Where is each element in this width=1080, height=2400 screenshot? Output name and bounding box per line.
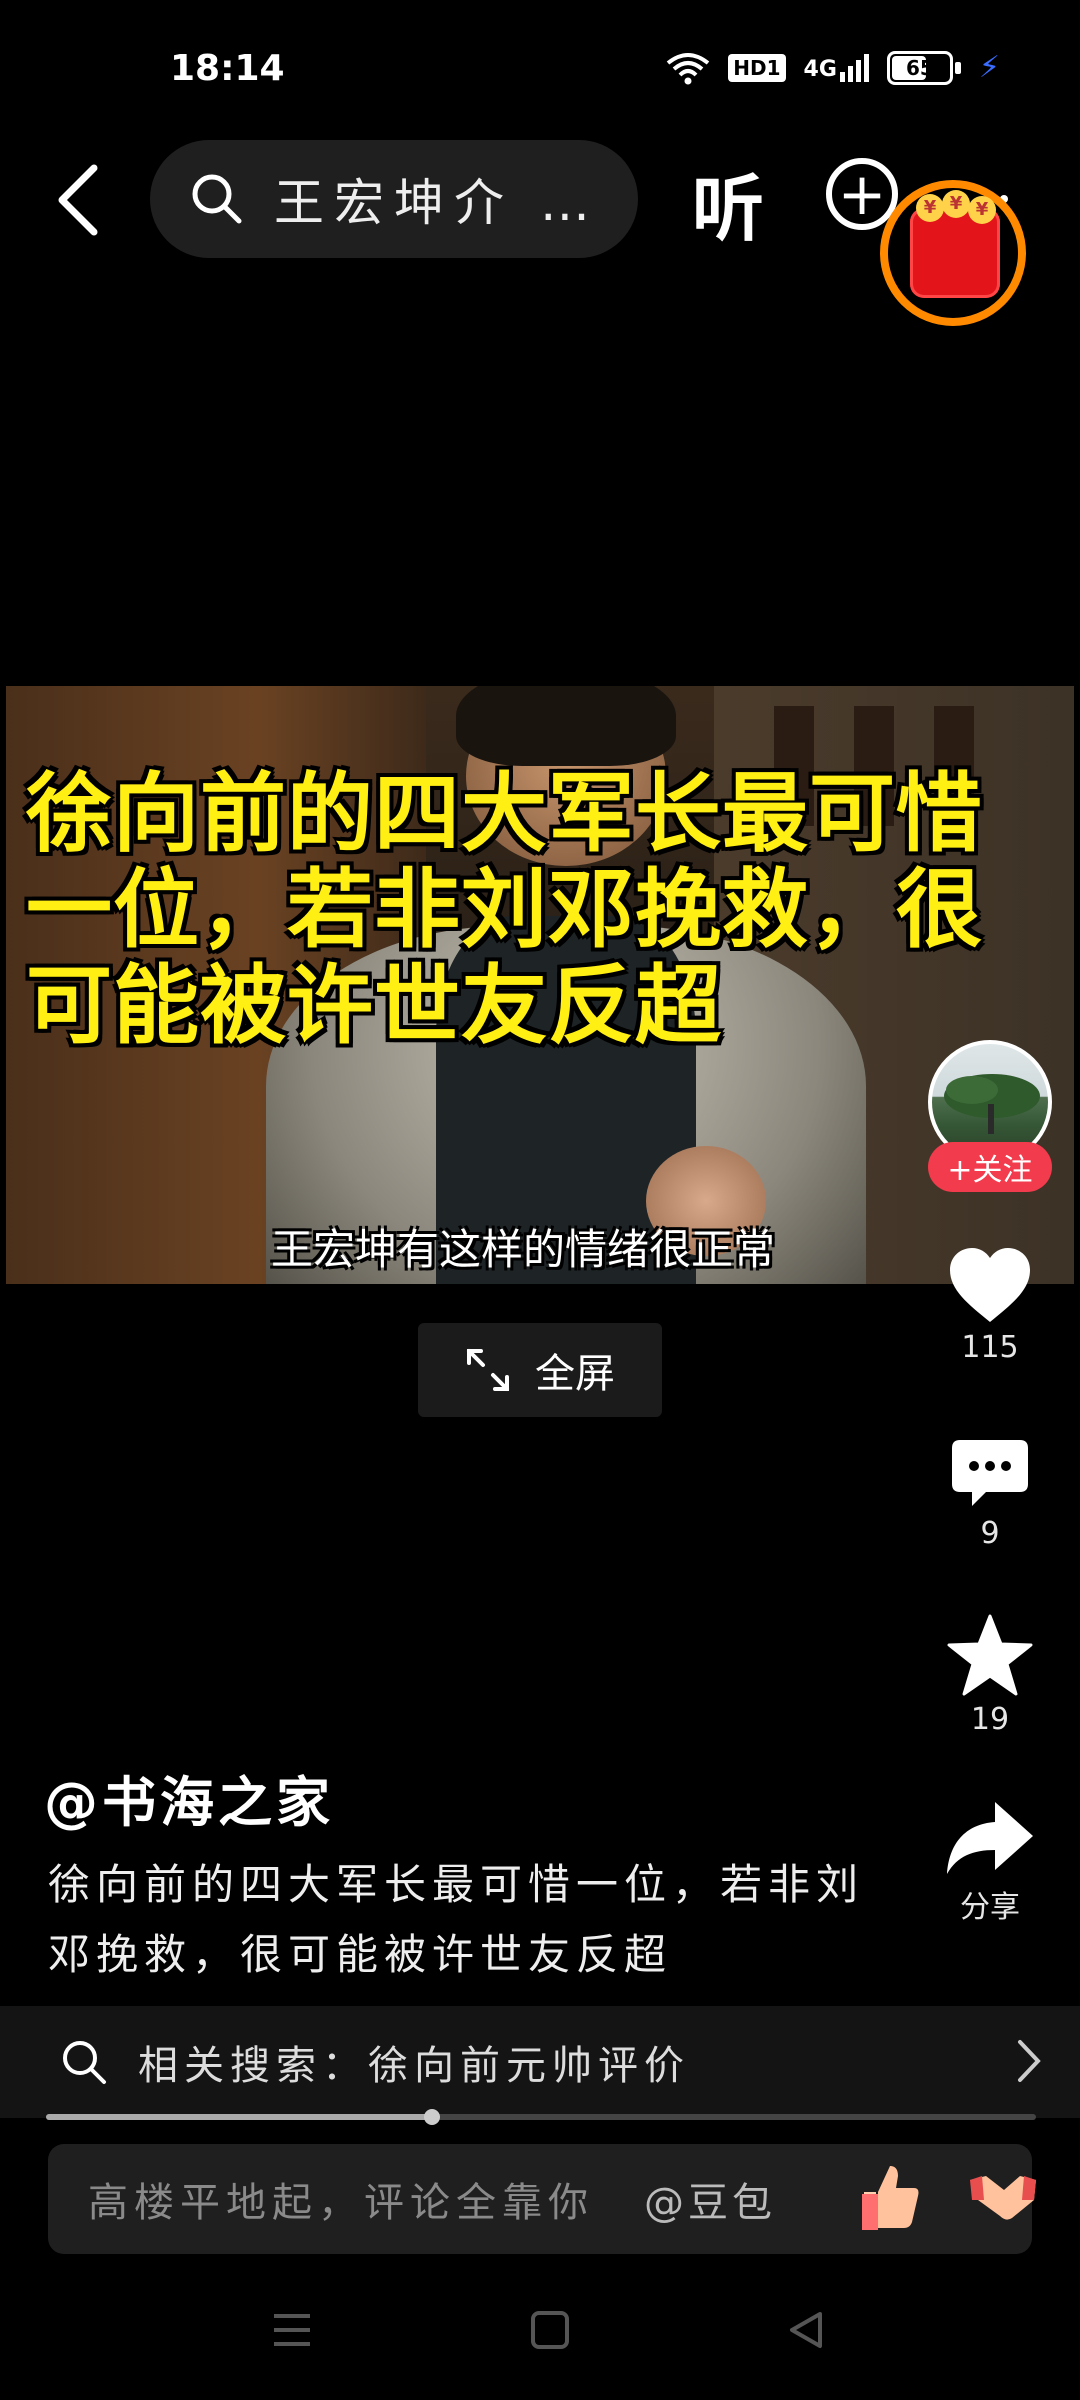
signal-icon: 4G [803, 53, 869, 82]
back-button[interactable] [50, 160, 110, 240]
mention-doubao[interactable]: @豆包 [644, 2170, 776, 2228]
video-progress-fill [46, 2114, 433, 2120]
fullscreen-button[interactable]: 全屏 [418, 1323, 662, 1417]
status-time: 18:14 [170, 48, 285, 89]
comment-button[interactable]: 9 [940, 1438, 1040, 1551]
wifi-icon [667, 52, 710, 84]
search-icon [192, 174, 242, 224]
star-icon [947, 1614, 1033, 1696]
share-label: 分享 [960, 1890, 1020, 1925]
related-search-bar[interactable]: 相关搜索：徐向前元帅评价 [0, 2006, 1080, 2118]
menu-nav-icon[interactable] [272, 2310, 312, 2350]
follow-button[interactable]: +关注 [928, 1142, 1052, 1192]
video-title-overlay: 徐向前的四大军长最可惜一位，若非刘邓挽救，很可能被许世友反超 [26, 764, 983, 1056]
search-bar[interactable]: 王宏坤介 … [150, 140, 638, 258]
fullscreen-label: 全屏 [535, 1351, 615, 1397]
expand-icon [467, 1349, 509, 1391]
network-type: 4G [803, 56, 837, 82]
search-icon [63, 2041, 106, 2084]
thumbs-up-icon[interactable] [858, 2162, 922, 2232]
video-subtitle: 王宏坤有这样的情绪很正常 [271, 1225, 776, 1274]
comment-icon [952, 1440, 1028, 1506]
chevron-left-icon [58, 164, 98, 236]
video-player[interactable]: 徐向前的四大军长最可惜一位，若非刘邓挽救，很可能被许世友反超 王宏坤有这样的情绪… [6, 686, 1074, 1284]
comment-input[interactable]: 高楼平地起，评论全靠你 @豆包 [48, 2144, 1036, 2254]
battery-level: 65 [906, 55, 934, 80]
charging-icon: ⚡ [978, 50, 1000, 85]
red-packet-icon[interactable]: ¥ ¥ ¥ [910, 190, 1000, 298]
home-nav-icon[interactable] [530, 2310, 570, 2350]
like-button[interactable]: 115 [940, 1246, 1040, 1365]
author-name[interactable]: @书海之家 [44, 1758, 334, 1837]
favorite-count: 19 [970, 1702, 1010, 1737]
like-count: 115 [961, 1330, 1019, 1365]
hd-icon: HD1 [728, 53, 786, 82]
comment-placeholder: 高楼平地起，评论全靠你 [88, 2180, 594, 2226]
back-nav-icon[interactable] [786, 2310, 826, 2350]
share-icon [947, 1802, 1033, 1874]
share-button[interactable]: 分享 [940, 1800, 1040, 1926]
video-person-hair [456, 686, 676, 766]
heart-icon [950, 1248, 1030, 1322]
comment-count: 9 [980, 1516, 1000, 1551]
listen-button[interactable]: 听 [692, 150, 764, 255]
post-description[interactable]: 徐向前的四大军长最可惜一位，若非刘邓挽救，很可能被许世友反超 [48, 1850, 878, 1990]
battery-icon: 65 [886, 50, 961, 85]
status-icons: HD1 4G 65 ⚡ [666, 50, 1000, 85]
video-progress-handle[interactable] [424, 2109, 441, 2125]
related-search-label: 相关搜索：徐向前元帅评价 [138, 2043, 690, 2089]
search-query: 王宏坤介 … [274, 174, 600, 232]
favorite-button[interactable]: 19 [940, 1614, 1040, 1737]
chevron-right-icon [1018, 2040, 1041, 2082]
handshake-icon[interactable] [968, 2166, 1038, 2226]
